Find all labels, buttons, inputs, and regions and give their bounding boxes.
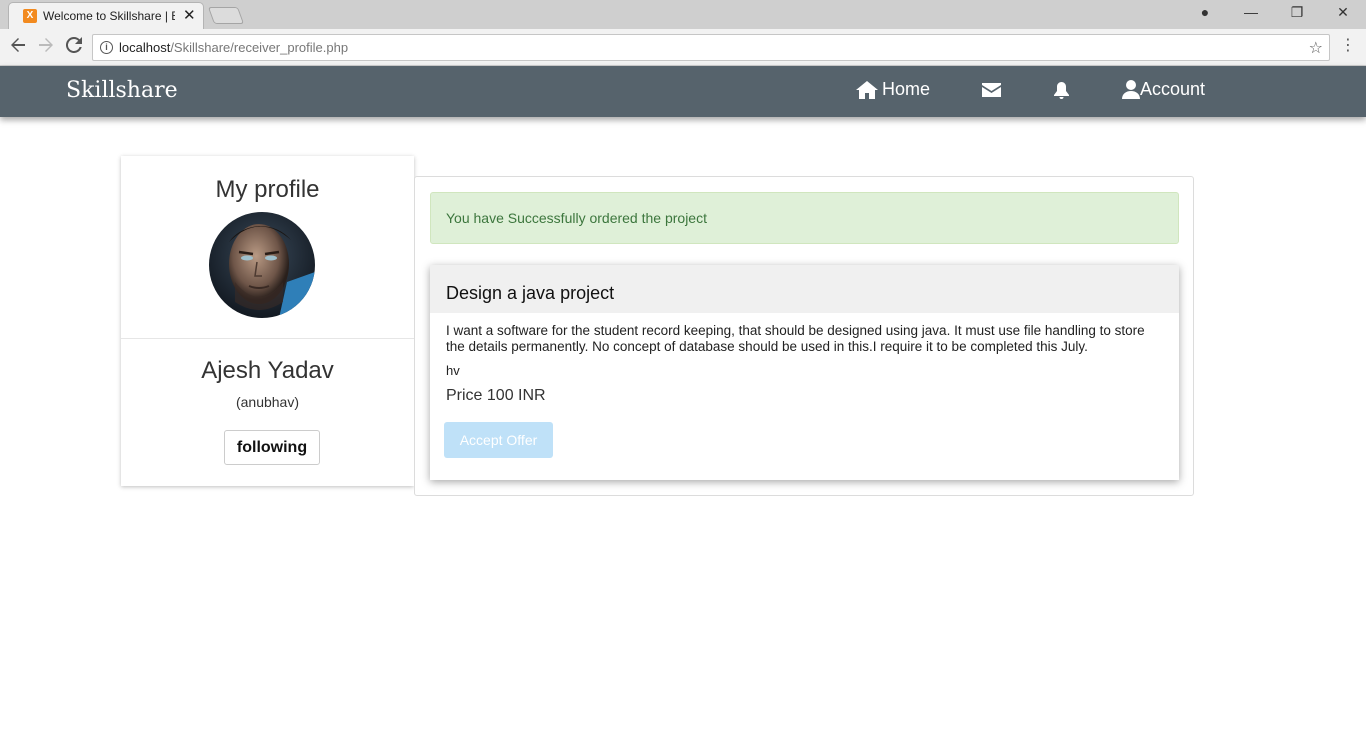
accept-offer-button[interactable]: Accept Offer [444, 422, 553, 458]
minimize-icon[interactable]: — [1228, 4, 1274, 20]
nav-messages[interactable] [982, 83, 1001, 97]
order-panel: You have Successfully ordered the projec… [414, 176, 1194, 496]
browser-tab[interactable]: X Welcome to Skillshare | B ✕ [8, 2, 204, 29]
brand-logo[interactable]: Skillshare [66, 78, 178, 103]
bell-icon [1054, 82, 1069, 99]
success-alert: You have Successfully ordered the projec… [430, 192, 1179, 244]
profile-card: My profile Ajesh Yadav (anubhav) followi… [121, 156, 414, 486]
nav-home[interactable]: Home [856, 79, 930, 100]
profile-username: (anubhav) [235, 394, 300, 410]
browser-menu-icon[interactable]: ⋮ [1340, 35, 1356, 55]
nav-home-label: Home [882, 79, 931, 99]
nav-notifications[interactable] [1053, 82, 1070, 100]
reload-icon[interactable] [65, 36, 82, 58]
address-bar[interactable]: i localhost/Skillshare/receiver_profile.… [92, 34, 1330, 61]
following-button[interactable]: following [224, 430, 320, 465]
project-description: I want a software for the student record… [446, 323, 1145, 354]
new-tab-button[interactable] [207, 7, 245, 24]
project-price: Price 100 INR [446, 387, 546, 404]
browser-toolbar: i localhost/Skillshare/receiver_profile.… [0, 29, 1366, 66]
site-navbar: Skillshare Home Account [0, 66, 1366, 117]
profile-heading: My profile [215, 176, 320, 203]
profile-icon[interactable]: ● [1182, 4, 1228, 20]
profile-name: Ajesh Yadav [201, 357, 334, 384]
nav-account-label: Account [1140, 79, 1206, 99]
project-header: Design a java project [430, 265, 1179, 313]
xampp-favicon-icon: X [23, 9, 37, 23]
browser-tabstrip: X Welcome to Skillshare | B ✕ ● — ❐ ✕ [0, 0, 1366, 29]
project-card: Design a java project I want a software … [430, 265, 1179, 480]
back-icon[interactable] [10, 37, 26, 58]
nav-account[interactable]: Account [1122, 79, 1205, 100]
avatar [209, 212, 315, 318]
tab-title: Welcome to Skillshare | B [43, 9, 175, 23]
tab-close-icon[interactable]: ✕ [183, 6, 196, 24]
profile-divider [121, 338, 414, 339]
envelope-icon [982, 83, 1001, 97]
forward-icon[interactable] [38, 37, 54, 58]
bookmark-star-icon[interactable]: ☆ [1309, 38, 1323, 58]
user-icon [1122, 80, 1140, 99]
project-note: hv [446, 363, 460, 378]
home-icon [856, 80, 878, 99]
url-text[interactable]: localhost/Skillshare/receiver_profile.ph… [119, 40, 348, 55]
info-icon[interactable]: i [100, 41, 113, 54]
project-title: Design a java project [446, 283, 615, 303]
close-window-icon[interactable]: ✕ [1320, 4, 1366, 21]
restore-icon[interactable]: ❐ [1274, 4, 1320, 21]
